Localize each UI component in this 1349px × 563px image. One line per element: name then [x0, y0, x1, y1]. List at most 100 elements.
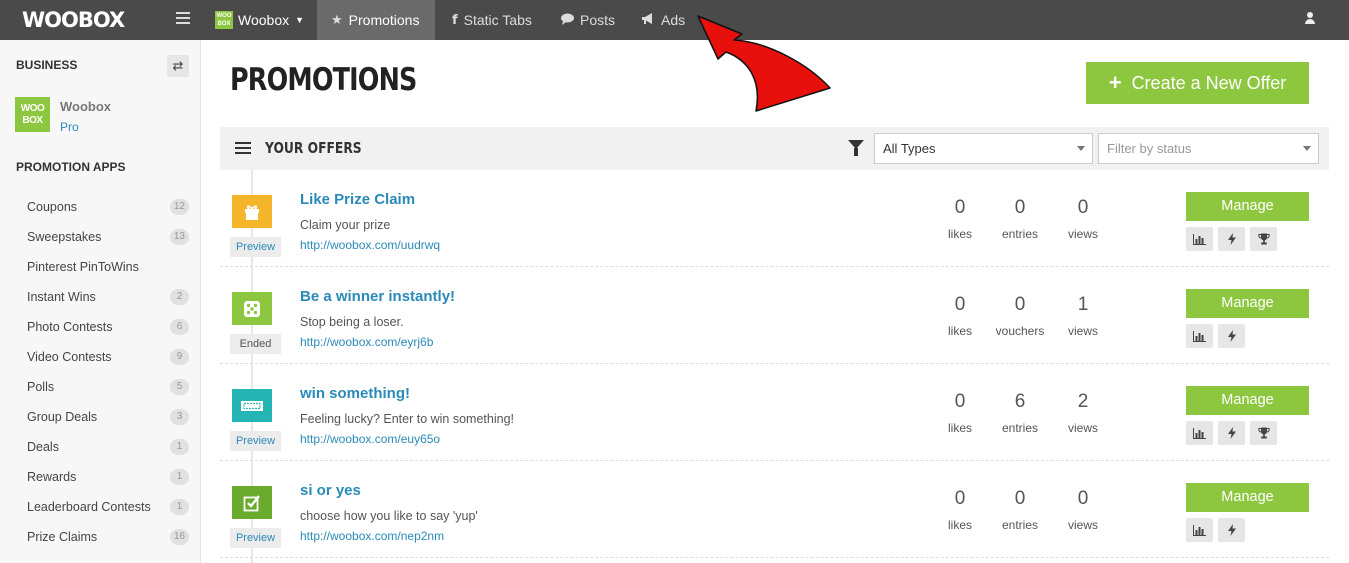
- sidebar-item[interactable]: Video Contests 9: [0, 342, 200, 372]
- user-icon[interactable]: [1304, 12, 1316, 26]
- count-badge: 2: [170, 289, 189, 305]
- megaphone-icon: [641, 12, 655, 28]
- offer-link[interactable]: http://woobox.com/euy65o: [300, 432, 440, 446]
- create-offer-button[interactable]: + Create a New Offer: [1086, 62, 1309, 104]
- sidebar-item-label: Photo Contests: [27, 320, 113, 334]
- offer-status-badge[interactable]: Preview: [230, 528, 281, 548]
- offer-stat: 2 views: [1053, 391, 1113, 435]
- offers-toolbar: YOUR OFFERS All Types Filter by status: [220, 127, 1329, 170]
- sidebar-item[interactable]: Group Deals 3: [0, 402, 200, 432]
- stats-chart-icon[interactable]: [1186, 324, 1213, 348]
- count-badge: 6: [170, 319, 189, 335]
- sidebar-item[interactable]: Instant Wins 2: [0, 282, 200, 312]
- nav-ads[interactable]: Ads: [641, 0, 685, 40]
- offer-title[interactable]: win something!: [300, 385, 410, 402]
- brand-dropdown[interactable]: WOO BOX Woobox ▼: [215, 0, 304, 40]
- offer-stat: 0 entries: [990, 488, 1050, 532]
- offer-title[interactable]: Like Prize Claim: [300, 191, 415, 208]
- nav-static-tabs-label: Static Tabs: [463, 12, 532, 28]
- stat-value: 0: [954, 294, 966, 315]
- sidebar-item[interactable]: Leaderboard Contests 1: [0, 492, 200, 522]
- sidebar-item-label: Instant Wins: [27, 290, 96, 304]
- promotion-apps-list: Coupons 12 Sweepstakes 13 Pinterest PinToWin…: [0, 192, 200, 552]
- status-filter-placeholder: Filter by status: [1107, 141, 1192, 156]
- offer-status-badge[interactable]: Preview: [230, 237, 281, 257]
- stat-label: likes: [947, 324, 972, 338]
- stats-chart-icon[interactable]: [1186, 518, 1213, 542]
- sidebar-item[interactable]: Rewards 1: [0, 462, 200, 492]
- top-navbar: WOOBOX WOO BOX Woobox ▼ ★ Promotions f S…: [0, 0, 1349, 40]
- stat-value: 1: [1077, 294, 1089, 315]
- sidebar-item-label: Pinterest PinToWins: [27, 260, 139, 274]
- facebook-icon: f: [452, 12, 458, 28]
- offer-row: Ended Be a winner instantly! Stop being a …: [220, 267, 1329, 364]
- sidebar-item[interactable]: Prize Claims 16: [0, 522, 200, 552]
- business-plan[interactable]: Pro: [60, 120, 79, 134]
- sidebar-item-label: Polls: [27, 380, 55, 394]
- stats-chart-icon[interactable]: [1186, 227, 1213, 251]
- stat-label: likes: [947, 518, 972, 532]
- manage-button[interactable]: Manage: [1186, 386, 1309, 415]
- offer-link[interactable]: http://woobox.com/nep2nm: [300, 529, 444, 543]
- stat-value: 6: [1014, 391, 1026, 412]
- sidebar-item-label: Sweepstakes: [27, 230, 102, 244]
- offer-title[interactable]: Be a winner instantly!: [300, 288, 455, 305]
- offer-description: choose how you like to say 'yup': [300, 509, 478, 523]
- woobox-logo[interactable]: WOOBOX: [22, 8, 125, 32]
- offer-row: Preview Like Prize Claim Claim your prize h…: [220, 170, 1329, 267]
- sidebar-item-label: Leaderboard Contests: [27, 500, 151, 514]
- lightning-icon[interactable]: [1218, 227, 1245, 251]
- nav-posts[interactable]: Posts: [561, 0, 615, 40]
- manage-button[interactable]: Manage: [1186, 192, 1309, 221]
- offer-status-badge[interactable]: Preview: [230, 431, 281, 451]
- stat-value: 0: [1077, 488, 1089, 509]
- sidebar-item[interactable]: Pinterest PinToWins: [0, 252, 200, 282]
- nav-static-tabs[interactable]: f Static Tabs: [452, 0, 532, 40]
- sidebar-item[interactable]: Sweepstakes 13: [0, 222, 200, 252]
- red-arrow-annotation: [697, 15, 831, 112]
- chevron-down-icon: [1303, 146, 1311, 151]
- stat-label: entries: [1001, 421, 1039, 435]
- lightning-icon[interactable]: [1218, 324, 1245, 348]
- checkbox-icon: [232, 486, 272, 519]
- manage-button[interactable]: Manage: [1186, 483, 1309, 512]
- stat-label: views: [1067, 324, 1098, 338]
- sidebar-item-label: Deals: [27, 440, 59, 454]
- stat-value: 0: [954, 391, 966, 412]
- stat-value: 0: [1014, 488, 1026, 509]
- offer-description: Claim your prize: [300, 218, 391, 232]
- trophy-icon[interactable]: [1250, 421, 1277, 445]
- offer-link[interactable]: http://woobox.com/eyrj6b: [300, 335, 433, 349]
- filter-icon: [848, 140, 864, 156]
- business-logo: WOO BOX: [15, 97, 50, 132]
- nav-promotions[interactable]: ★ Promotions: [317, 0, 435, 40]
- switch-business-icon[interactable]: ⇄: [167, 55, 189, 77]
- menu-icon[interactable]: [176, 12, 190, 26]
- offer-row: Preview win something! Feeling lucky? Ente…: [220, 364, 1329, 461]
- count-badge: 5: [170, 379, 189, 395]
- stats-chart-icon[interactable]: [1186, 421, 1213, 445]
- manage-button[interactable]: Manage: [1186, 289, 1309, 318]
- sidebar-item[interactable]: Photo Contests 6: [0, 312, 200, 342]
- create-offer-label: Create a New Offer: [1131, 72, 1287, 93]
- offer-link[interactable]: http://woobox.com/uudrwq: [300, 238, 440, 252]
- lightning-icon[interactable]: [1218, 421, 1245, 445]
- offer-title[interactable]: si or yes: [300, 482, 361, 499]
- type-select-value: All Types: [883, 141, 936, 156]
- stat-value: 2: [1077, 391, 1089, 412]
- sidebar-item[interactable]: Deals 1: [0, 432, 200, 462]
- trophy-icon[interactable]: [1250, 227, 1277, 251]
- count-badge: 3: [170, 409, 189, 425]
- status-filter-select[interactable]: Filter by status: [1098, 133, 1319, 164]
- type-select[interactable]: All Types: [874, 133, 1093, 164]
- lightning-icon[interactable]: [1218, 518, 1245, 542]
- sidebar-item[interactable]: Coupons 12: [0, 192, 200, 222]
- speech-bubble-icon: [561, 13, 574, 28]
- stat-label: views: [1067, 421, 1098, 435]
- nav-promotions-label: Promotions: [348, 12, 420, 28]
- offer-description: Stop being a loser.: [300, 315, 404, 329]
- sidebar-item[interactable]: Polls 5: [0, 372, 200, 402]
- ticket-icon: [232, 389, 272, 422]
- stat-label: likes: [947, 227, 972, 241]
- stat-label: likes: [947, 421, 972, 435]
